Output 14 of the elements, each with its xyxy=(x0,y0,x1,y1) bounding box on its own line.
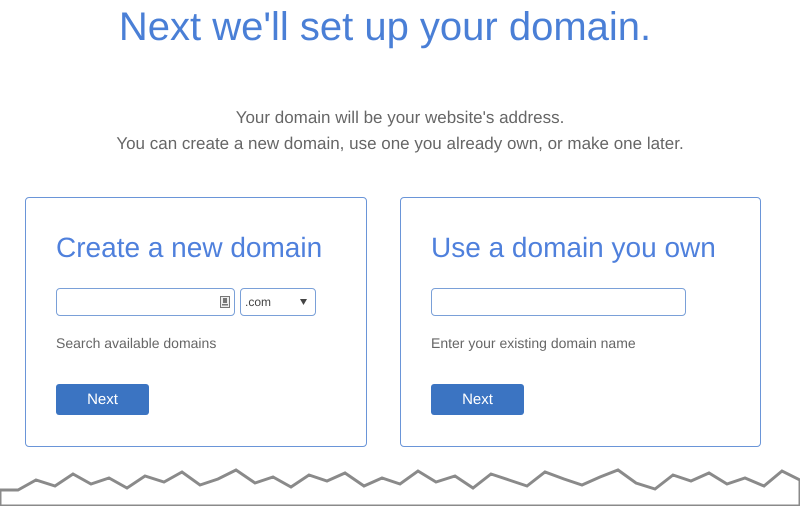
help-text: Search available domains xyxy=(56,334,218,352)
domain-input-field[interactable] xyxy=(431,288,686,316)
next-button[interactable]: Next xyxy=(431,384,524,415)
domain-search-field[interactable] xyxy=(56,288,235,316)
tld-dropdown[interactable]: .com xyxy=(240,288,316,316)
intro-text: You can create a new domain, use one you already own, or make one later. xyxy=(115,133,685,155)
card-heading: Create a new domain xyxy=(56,231,324,265)
card-heading: Use a domain you own xyxy=(431,231,717,265)
next-button[interactable]: Next xyxy=(56,384,149,415)
intro-text: Your domain will be your website's address. xyxy=(234,107,566,129)
form-fill-icon xyxy=(220,296,230,308)
page-title: Next we'll set up your domain. xyxy=(118,4,652,50)
help-text: Enter your existing domain name xyxy=(431,334,637,352)
dropdown-arrow-icon xyxy=(300,299,307,305)
